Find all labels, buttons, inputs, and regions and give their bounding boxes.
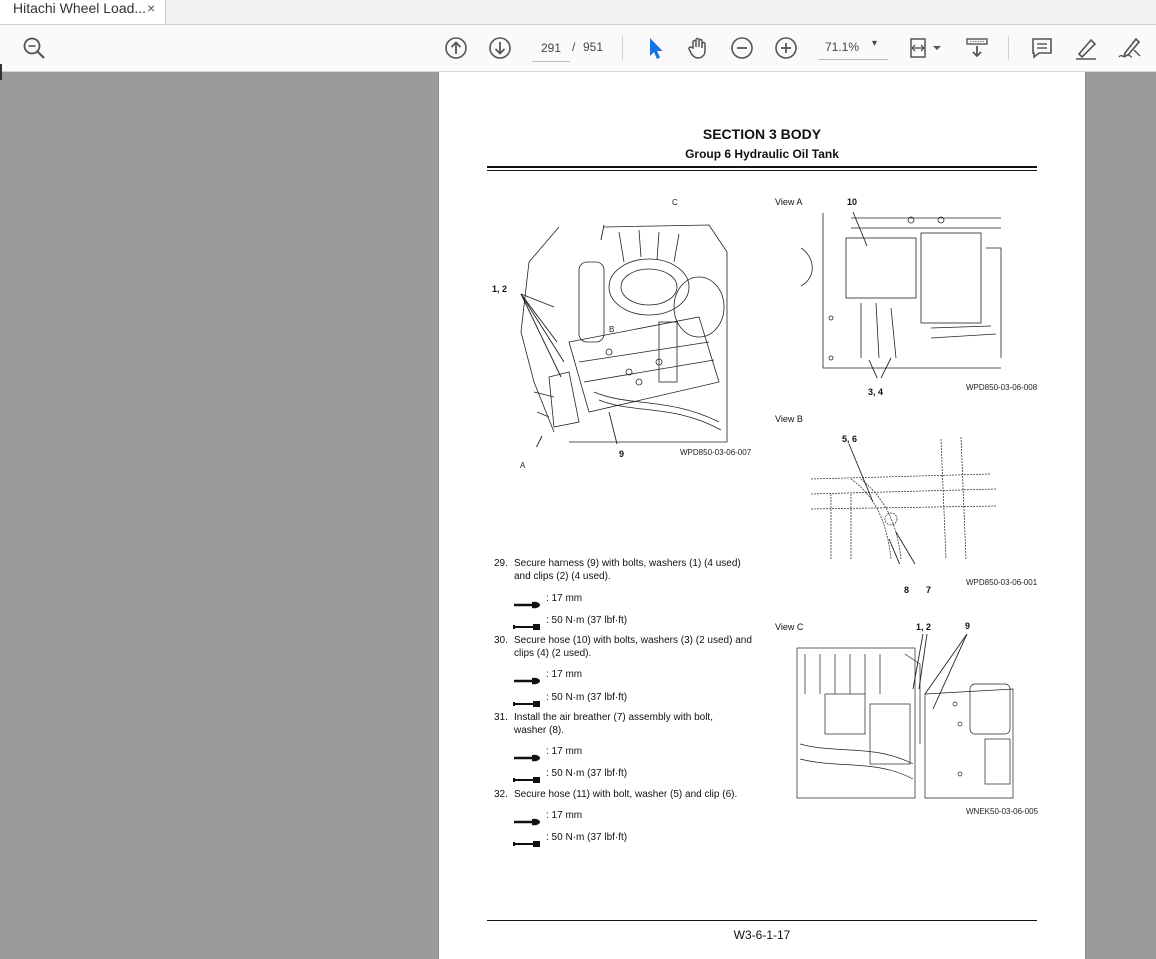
zoom-search-icon[interactable]	[21, 35, 47, 61]
sidebar-toggle-edge[interactable]	[0, 64, 2, 80]
view-c-illustration	[796, 634, 1014, 799]
page-separator: /	[572, 40, 576, 54]
torque-wrench-icon	[513, 618, 541, 630]
zoom-dropdown[interactable]: 71.1% ▾	[818, 35, 888, 60]
step-number: 32.	[494, 789, 508, 800]
section-title: SECTION 3 BODY	[702, 126, 822, 142]
step-text-line1: Secure hose (10) with bolts, washers (3)…	[514, 635, 752, 646]
callout-9-view-c: 9	[965, 621, 971, 631]
document-tab[interactable]: Hitachi Wheel Load... ×	[0, 0, 166, 24]
torque-wrench-icon	[513, 695, 541, 707]
view-b-illustration	[811, 436, 997, 564]
callout-7: 7	[926, 585, 932, 595]
view-c-title: View C	[775, 622, 804, 632]
footer-rule	[487, 920, 1037, 921]
torque-wrench-icon	[513, 835, 541, 847]
callout-a: A	[520, 461, 526, 470]
document-page: SECTION 3 BODY Group 6 Hydraulic Oil Tan…	[438, 72, 1086, 959]
view-a-illustration	[801, 211, 1002, 378]
next-page-icon[interactable]	[487, 35, 513, 61]
toolbar-divider	[1008, 36, 1009, 60]
callout-b: B	[609, 325, 615, 334]
callout-8: 8	[904, 585, 910, 595]
torque-value: : 50 N·m (37 lbf·ft)	[546, 692, 628, 703]
zoom-in-icon[interactable]	[773, 35, 799, 61]
header-rule-thin	[487, 170, 1037, 171]
figure-caption-view-a: WPD850-03-06-008	[966, 383, 1038, 392]
wrench-size: : 17 mm	[546, 810, 583, 821]
hand-tool-icon[interactable]	[685, 35, 711, 61]
highlight-pen-icon[interactable]	[1073, 35, 1099, 61]
step-text-line1: Secure hose (11) with bolt, washer (5) a…	[514, 789, 738, 800]
callout-1-2: 1, 2	[492, 284, 508, 294]
torque-value: : 50 N·m (37 lbf·ft)	[546, 832, 628, 843]
figure-caption-view-b: WPD850-03-06-001	[966, 578, 1038, 587]
wrench-size: : 17 mm	[546, 746, 583, 757]
wrench-icon	[513, 672, 541, 685]
page-number-input[interactable]	[532, 35, 570, 62]
figure-caption-main: WPD850-03-06-007	[680, 448, 752, 457]
step-text-line2: washer (8).	[514, 725, 565, 736]
torque-value: : 50 N·m (37 lbf·ft)	[546, 768, 628, 779]
comment-icon[interactable]	[1029, 35, 1055, 61]
toolbar: / 951 71.1% ▾	[0, 25, 1156, 80]
zoom-value: 71.1%	[825, 40, 860, 54]
step-number: 29.	[494, 558, 508, 569]
wrench-size: : 17 mm	[546, 593, 583, 604]
callout-1-2-view-c: 1, 2	[916, 622, 932, 632]
header-rule	[487, 166, 1037, 168]
toolbar-divider	[622, 36, 623, 60]
step-text-line1: Secure harness (9) with bolts, washers (…	[514, 558, 741, 569]
chevron-down-icon: ▾	[872, 38, 878, 49]
torque-value: : 50 N·m (37 lbf·ft)	[546, 615, 628, 626]
previous-page-icon[interactable]	[443, 35, 469, 61]
callout-3-4: 3, 4	[868, 387, 884, 397]
step-number: 30.	[494, 635, 508, 646]
step-text-line2: and clips (2) (4 used).	[514, 571, 611, 582]
zoom-out-icon[interactable]	[729, 35, 755, 61]
step-text-line2: clips (4) (2 used).	[514, 648, 592, 659]
wrench-icon	[513, 749, 541, 762]
torque-wrench-icon	[513, 771, 541, 783]
callout-c: C	[672, 198, 678, 207]
step-text-line1: Install the air breather (7) assembly wi…	[514, 712, 713, 723]
figure-caption-view-c: WNEK50-03-06-005	[966, 807, 1039, 816]
wrench-icon	[513, 596, 541, 609]
callout-10: 10	[847, 197, 858, 207]
sign-icon[interactable]	[1117, 35, 1143, 61]
view-a-title: View A	[775, 197, 803, 207]
select-cursor-icon[interactable]	[642, 35, 668, 61]
page-footer: W3-6-1-17	[733, 928, 791, 942]
page-total: 951	[583, 40, 604, 54]
wrench-icon	[513, 813, 541, 826]
scroll-mode-icon[interactable]	[964, 35, 990, 61]
group-title: Group 6 Hydraulic Oil Tank	[685, 147, 839, 161]
engine-illustration	[520, 224, 728, 447]
callout-5-6: 5, 6	[842, 434, 858, 444]
tab-bar: Hitachi Wheel Load... ×	[0, 0, 1156, 25]
view-b-title: View B	[775, 414, 803, 424]
tab-title: Hitachi Wheel Load...	[13, 0, 147, 16]
page-fit-icon[interactable]	[907, 35, 945, 61]
tab-close-icon[interactable]: ×	[147, 0, 155, 16]
callout-9: 9	[619, 449, 625, 459]
step-number: 31.	[494, 712, 508, 723]
wrench-size: : 17 mm	[546, 669, 583, 680]
